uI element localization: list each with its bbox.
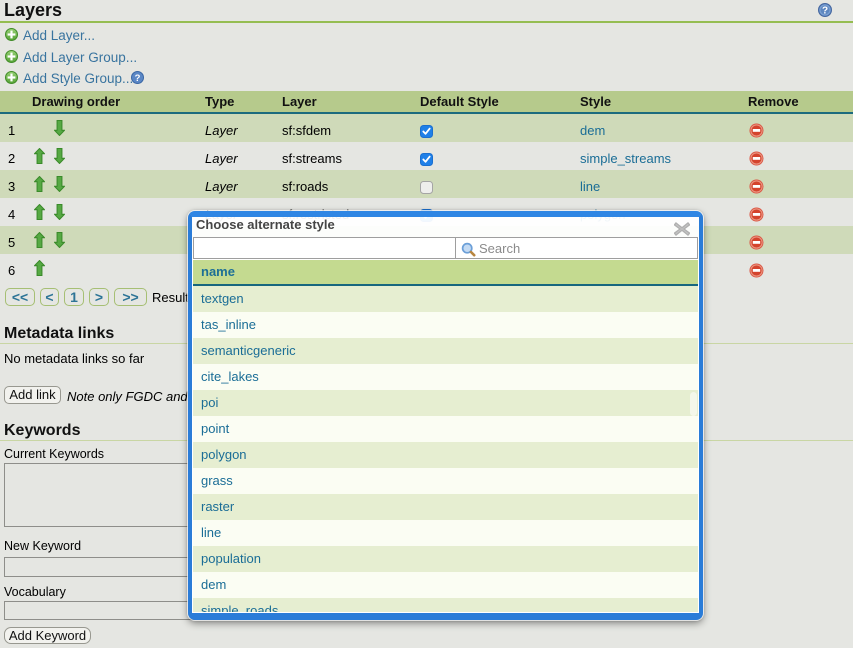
svg-text:?: ? — [135, 73, 141, 84]
svg-text:?: ? — [822, 6, 828, 17]
